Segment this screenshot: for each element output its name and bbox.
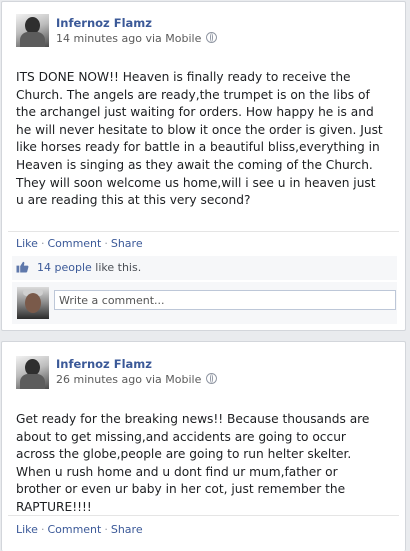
share-link[interactable]: Share — [111, 237, 143, 250]
globe-icon — [206, 32, 218, 43]
author-avatar[interactable] — [16, 356, 49, 389]
post-actions: Like · Comment · Share — [16, 523, 143, 536]
post-timestamp: 14 minutes ago via Mobile — [56, 32, 218, 45]
likes-text: 14 people like this. — [37, 261, 141, 274]
post-card: Infernoz Flamz 14 minutes ago via Mobile… — [1, 1, 406, 331]
like-link[interactable]: Like — [16, 237, 38, 250]
post-actions: Like · Comment · Share — [16, 237, 143, 250]
divider — [8, 231, 399, 232]
post-text: ITS DONE NOW!! Heaven is finally ready t… — [16, 70, 383, 208]
globe-icon — [206, 373, 218, 384]
post-meta-text[interactable]: 14 minutes ago via Mobile — [56, 32, 201, 45]
post-meta-text[interactable]: 26 minutes ago via Mobile — [56, 373, 201, 386]
like-link[interactable]: Like — [16, 523, 38, 536]
comment-link[interactable]: Comment — [47, 237, 101, 250]
post-text: Get ready for the breaking news!! Becaus… — [16, 412, 370, 514]
comment-link[interactable]: Comment — [47, 523, 101, 536]
share-link[interactable]: Share — [111, 523, 143, 536]
post-card: Infernoz Flamz 26 minutes ago via Mobile… — [1, 341, 406, 551]
likes-suffix: like this. — [95, 261, 142, 274]
comment-composer — [12, 282, 397, 324]
post-timestamp: 26 minutes ago via Mobile — [56, 373, 218, 386]
viewer-avatar — [17, 287, 49, 319]
likes-people-link[interactable]: 14 people — [37, 261, 92, 274]
comment-input[interactable] — [54, 290, 396, 310]
divider — [8, 515, 399, 516]
likes-summary: 14 people like this. — [12, 256, 397, 280]
author-name[interactable]: Infernoz Flamz — [56, 357, 152, 371]
thumbs-up-icon — [16, 261, 29, 273]
author-name[interactable]: Infernoz Flamz — [56, 16, 152, 30]
author-avatar[interactable] — [16, 14, 49, 47]
